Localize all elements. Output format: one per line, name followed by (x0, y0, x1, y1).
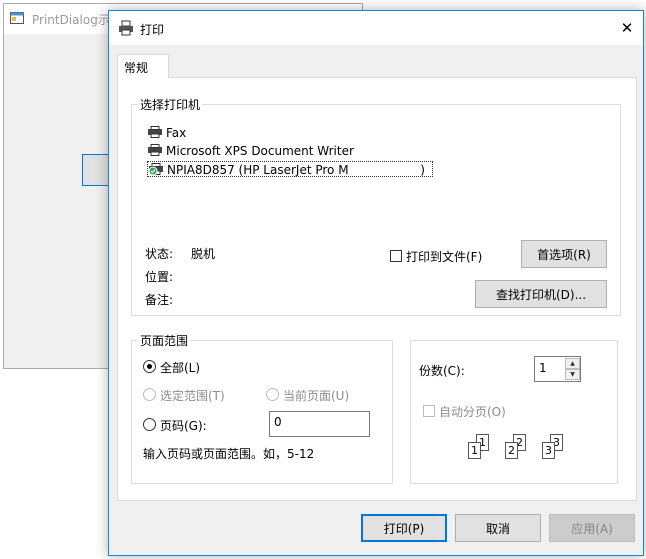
collate-page: 3 (542, 442, 555, 459)
copies-group: 份数(C): 1 ▲ ▼ 自动分页(O) 1 1 2 2 3 3 (410, 340, 618, 484)
spin-up-icon[interactable]: ▲ (565, 358, 580, 369)
close-icon[interactable]: ✕ (615, 17, 639, 39)
tab-panel-general: 选择打印机 Fax Microsoft XPS Document Writer (117, 77, 637, 501)
collate-preview-icon: 1 1 2 2 3 3 (466, 434, 586, 470)
selection-radio[interactable] (143, 388, 156, 401)
collate-page: 2 (505, 442, 518, 459)
all-pages-radio[interactable] (143, 360, 156, 373)
app-window-icon (10, 12, 24, 24)
printer-item-xps[interactable]: Microsoft XPS Document Writer (147, 143, 354, 159)
comment-label: 备注: (145, 293, 174, 307)
find-printer-button[interactable]: 查找打印机(D)... (475, 280, 607, 308)
preferences-button[interactable]: 首选项(R) (521, 240, 607, 268)
apply-button[interactable]: 应用(A) (549, 514, 635, 542)
pages-input[interactable]: 0 (269, 411, 370, 437)
dialog-titlebar: 打印 ✕ (109, 11, 643, 45)
spin-down-icon[interactable]: ▼ (565, 369, 580, 380)
select-printer-group-title: 选择打印机 (138, 96, 203, 113)
print-to-file-label: 打印到文件(F) (406, 250, 483, 264)
printer-name: Fax (166, 126, 187, 140)
location-label: 位置: (145, 270, 174, 284)
printer-name: Microsoft XPS Document Writer (166, 144, 354, 158)
current-page-label: 当前页面(U) (283, 389, 350, 403)
printer-icon (119, 20, 133, 36)
default-printer-icon (148, 163, 163, 175)
printer-name: NPIA8D857 (HP LaserJet Pro M (167, 163, 349, 177)
collate-page: 1 (468, 442, 481, 459)
tab-general[interactable]: 常规 (117, 54, 169, 78)
selection-label: 选定范围(T) (160, 389, 225, 403)
pages-radio[interactable] (143, 418, 156, 431)
print-to-file-checkbox[interactable] (390, 250, 402, 262)
collate-checkbox[interactable] (423, 405, 435, 417)
page-range-group: 页面范围 全部(L) 选定范围(T) 当前页面(U) 页码(G): 0 输入页码… (131, 332, 393, 484)
collate-label: 自动分页(O) (439, 405, 506, 419)
dialog-title: 打印 (140, 23, 165, 37)
printer-item-fax[interactable]: Fax (147, 125, 186, 141)
copies-spinner[interactable]: 1 ▲ ▼ (534, 356, 581, 382)
copies-label: 份数(C): (419, 364, 465, 378)
select-printer-group: 选择打印机 Fax Microsoft XPS Document Writer (131, 96, 621, 316)
status-label: 状态: (145, 247, 174, 261)
printer-icon (148, 144, 162, 156)
background-window-title: PrintDialog示 (32, 13, 110, 27)
printer-name-suffix: ) (412, 163, 425, 177)
print-dialog: 打印 ✕ 常规 选择打印机 Fax Microsoft XPS Document… (108, 10, 644, 556)
fax-printer-icon (148, 126, 162, 138)
current-page-radio[interactable] (266, 388, 279, 401)
printer-item-hp-laserjet[interactable]: NPIA8D857 (HP LaserJet Pro M ) (147, 161, 433, 177)
page-range-group-title: 页面范围 (138, 332, 191, 349)
print-button[interactable]: 打印(P) (361, 514, 447, 542)
cancel-button[interactable]: 取消 (455, 514, 541, 542)
pages-label: 页码(G): (160, 419, 207, 433)
all-pages-label: 全部(L) (160, 361, 201, 375)
status-value: 脱机 (191, 247, 216, 261)
page-range-hint: 输入页码或页面范围。如，5-12 (143, 447, 315, 461)
copies-value: 1 (539, 361, 547, 375)
